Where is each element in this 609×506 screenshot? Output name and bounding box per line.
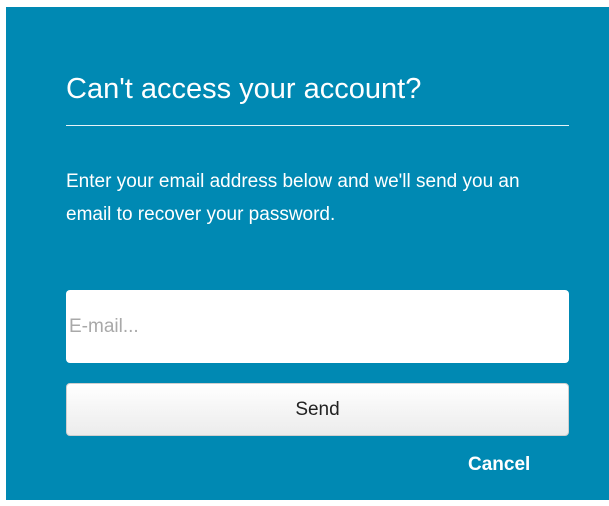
cancel-link[interactable]: Cancel — [468, 451, 530, 479]
send-button[interactable]: Send — [66, 383, 569, 436]
title-divider — [66, 125, 569, 126]
email-input[interactable] — [66, 290, 569, 363]
recover-account-panel: Can't access your account? Enter your em… — [6, 7, 609, 500]
instructions-text: Enter your email address below and we'll… — [66, 171, 520, 225]
dialog-title: Can't access your account? — [66, 73, 422, 105]
